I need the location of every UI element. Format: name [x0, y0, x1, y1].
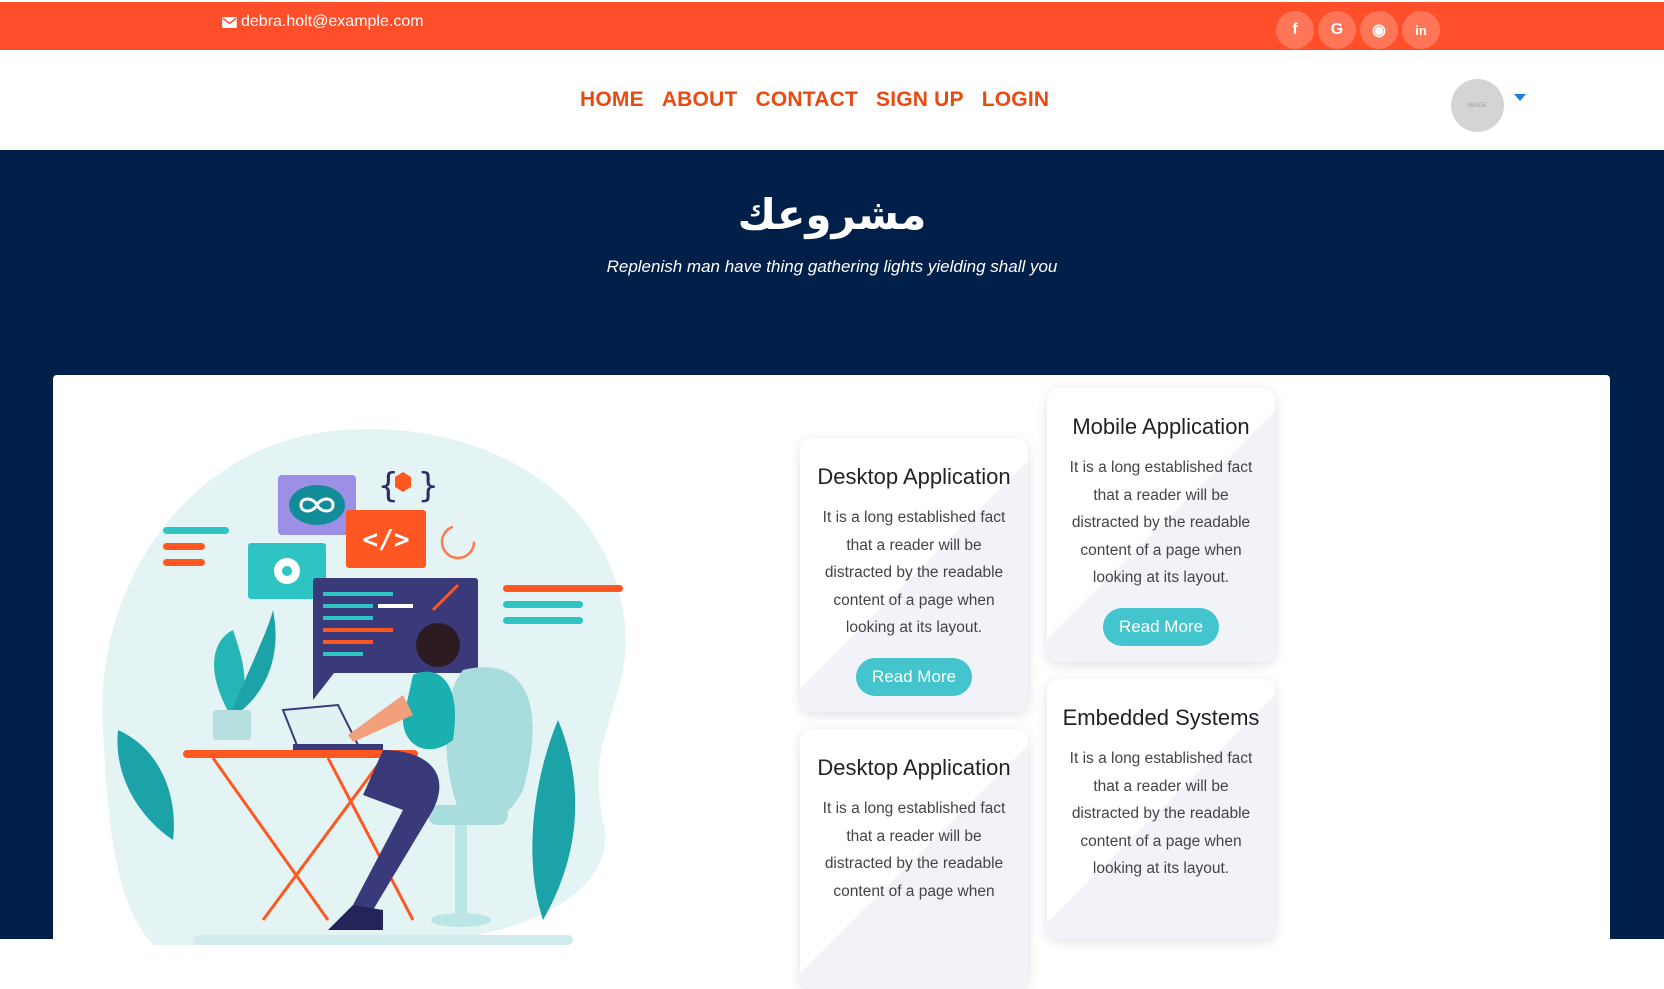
card-text: It is a long established fact that a rea… — [1069, 750, 1253, 877]
card-text: It is a long established fact that a rea… — [822, 800, 1006, 900]
google-icon[interactable]: G — [1318, 11, 1356, 49]
service-card: Desktop Application It is a long establi… — [800, 729, 1028, 989]
facebook-icon[interactable]: f — [1276, 11, 1314, 49]
email-contact[interactable]: debra.holt@example.com — [222, 13, 424, 31]
svg-text:}: } — [418, 466, 438, 506]
card-title: Mobile Application — [1072, 414, 1250, 439]
github-icon[interactable]: ◉ — [1360, 11, 1398, 49]
service-card: Desktop Application It is a long establi… — [800, 438, 1028, 712]
nav-menu: HOME ABOUT CONTACT SIGN UP LOGIN — [580, 88, 1049, 112]
read-more-button[interactable]: Read More — [1103, 607, 1219, 646]
linkedin-icon[interactable]: in — [1402, 11, 1440, 49]
main-navbar: مشروعك HOME ABOUT CONTACT SIGN UP LOGIN … — [0, 50, 1664, 150]
brand-logo[interactable]: مشروعك — [18, 74, 152, 124]
hero-subtitle: Replenish man have thing gathering light… — [606, 257, 1058, 276]
email-text: debra.holt@example.com — [241, 13, 424, 30]
service-card: Mobile Application It is a long establis… — [1047, 388, 1275, 662]
nav-contact[interactable]: CONTACT — [755, 88, 858, 112]
chevron-down-icon[interactable] — [1514, 94, 1526, 101]
nav-home[interactable]: HOME — [580, 88, 644, 112]
avatar[interactable]: IMAGE — [1451, 79, 1504, 132]
top-bar: debra.holt@example.com f G ◉ in — [0, 0, 1664, 50]
nav-about[interactable]: ABOUT — [662, 88, 738, 112]
nav-login[interactable]: LOGIN — [982, 88, 1050, 112]
hero-title: مشروعك — [737, 190, 927, 239]
mail-icon — [222, 16, 237, 28]
developer-illustration: { } </> — [102, 429, 626, 945]
svg-text:</>: </> — [363, 525, 410, 555]
nav-sign-up[interactable]: SIGN UP — [876, 88, 964, 112]
card-title: Embedded Systems — [1062, 705, 1260, 730]
social-links: f G ◉ in — [1276, 11, 1440, 49]
card-title: Desktop Application — [817, 755, 1011, 780]
read-more-button[interactable]: Read More — [856, 657, 972, 696]
service-card: Embedded Systems It is a long establishe… — [1047, 679, 1275, 939]
card-text: It is a long established fact that a rea… — [822, 509, 1006, 636]
card-text: It is a long established fact that a rea… — [1069, 459, 1253, 586]
card-title: Desktop Application — [817, 464, 1011, 489]
content-panel: { } </> Desktop Application It is a long… — [53, 375, 1610, 989]
